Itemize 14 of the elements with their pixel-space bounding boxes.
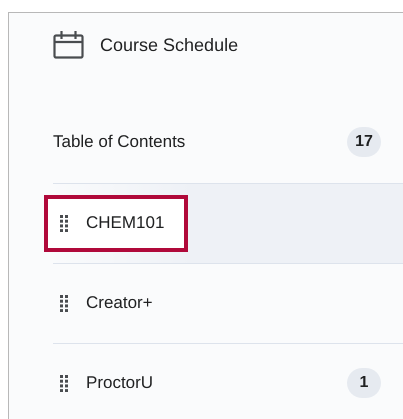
module-item[interactable]: Creator+ bbox=[44, 263, 403, 343]
drag-handle-icon[interactable] bbox=[60, 294, 68, 312]
module-title: Creator+ bbox=[86, 293, 153, 313]
count-badge: 17 bbox=[347, 127, 381, 157]
drag-handle-icon[interactable] bbox=[60, 214, 68, 232]
count-badge: 1 bbox=[347, 368, 381, 398]
module-item[interactable]: ProctorU 1 bbox=[44, 343, 403, 419]
module-title: CHEM101 bbox=[86, 213, 164, 233]
calendar-icon bbox=[53, 31, 84, 59]
module-item[interactable]: CHEM101 bbox=[44, 183, 403, 263]
section-heading: Table of Contents bbox=[53, 132, 186, 152]
drag-handle-icon[interactable] bbox=[60, 374, 68, 392]
course-schedule-link[interactable]: Course Schedule bbox=[100, 34, 238, 56]
module-title: ProctorU bbox=[86, 373, 154, 393]
